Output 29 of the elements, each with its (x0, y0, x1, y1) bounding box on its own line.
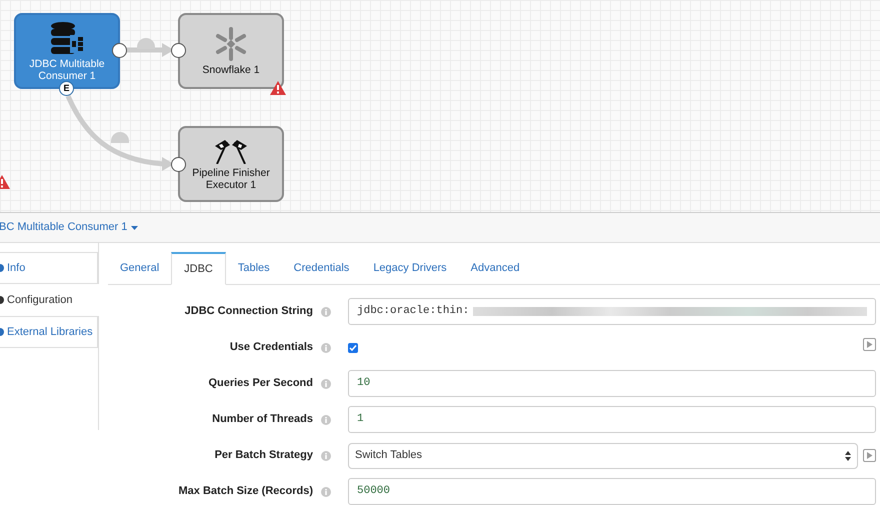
field-label: Per Batch Strategy (214, 448, 313, 464)
node-label: Pipeline Finisher Executor 1 (191, 166, 271, 190)
field-label: JDBC Connection String (184, 304, 313, 320)
field-label: Queries Per Second (208, 376, 313, 392)
sidebar-item[interactable]: Configuration (0, 284, 99, 316)
tab[interactable]: Legacy Drivers (361, 252, 459, 284)
input-field[interactable]: 50000 (348, 478, 876, 505)
field-value: jdbc:oracle:thin: (357, 304, 470, 320)
field-label: Use Credentials (230, 340, 313, 356)
event-port[interactable]: E (59, 81, 74, 96)
tab[interactable]: General (108, 252, 172, 284)
input-field[interactable]: 10 (348, 370, 876, 397)
node-label: Snowflake 1 (201, 64, 261, 76)
pipeline-node[interactable]: Snowflake 1 (178, 13, 284, 89)
sidebar-item[interactable]: Info (0, 252, 98, 284)
sidebar-item[interactable]: External Libraries (0, 316, 98, 348)
stage-menu[interactable]: BC Multitable Consumer 1 (0, 219, 138, 236)
pipeline-node[interactable]: Pipeline Finisher Executor 1 (178, 126, 284, 202)
select-dropdown[interactable]: Switch Tables (348, 442, 858, 468)
input-field[interactable]: jdbc:oracle:thin: (348, 298, 876, 325)
tab[interactable]: Credentials (282, 252, 362, 284)
tab[interactable]: Advanced (458, 252, 532, 284)
tab[interactable]: JDBC (171, 252, 226, 285)
input-field[interactable]: 1 (348, 406, 876, 433)
field-label: Max Batch Size (Records) (178, 484, 313, 500)
field-label: Number of Threads (212, 412, 313, 428)
tab[interactable]: Tables (226, 252, 282, 284)
node-label: JDBC Multitable Consumer 1 (28, 58, 106, 82)
pipeline-canvas[interactable]: JDBC Multitable Consumer 1 Snowflake 1 Pipeline Finisher Executor 1 E (0, 0, 880, 214)
